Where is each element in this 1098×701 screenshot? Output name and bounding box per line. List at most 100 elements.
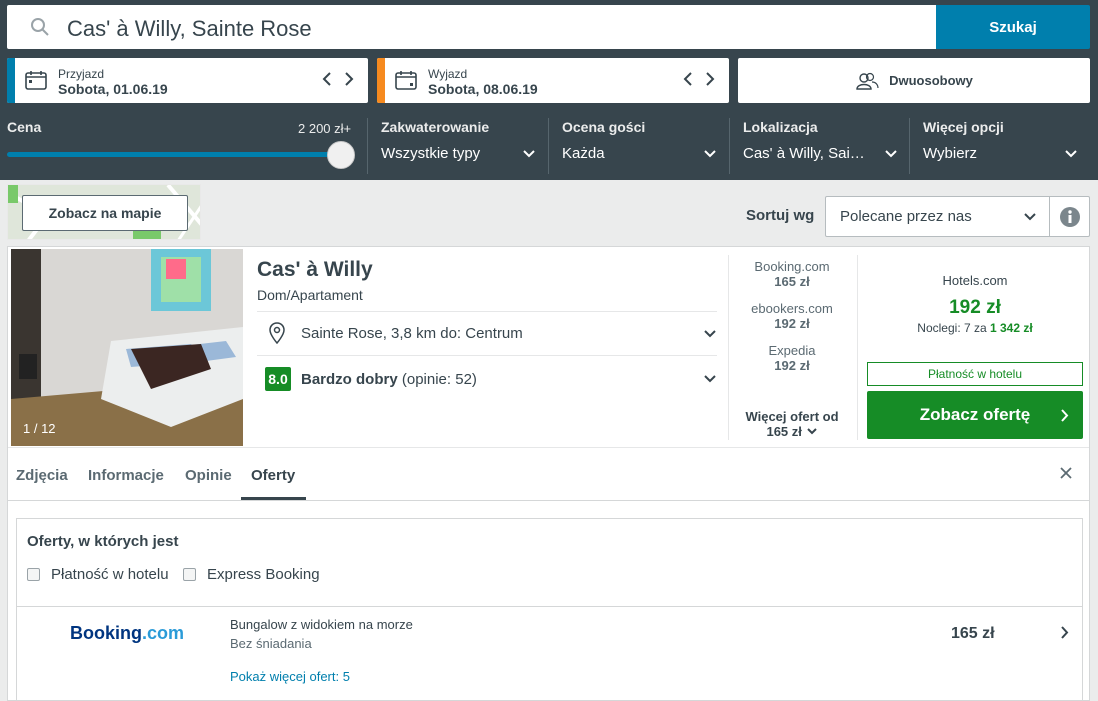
nights-text: Noclegi: 7 za xyxy=(917,321,990,335)
more-options-value: Wybierz xyxy=(923,145,978,162)
calendar-icon xyxy=(25,71,47,90)
accommodation-title: Zakwaterowanie xyxy=(381,119,490,135)
photo-image xyxy=(11,249,243,446)
checkbox-label: Płatność w hotelu xyxy=(51,566,169,583)
chevron-down-icon xyxy=(523,150,535,158)
provider-name: Expedia xyxy=(768,343,816,358)
close-icon[interactable] xyxy=(1059,466,1073,480)
location-row[interactable]: Sainte Rose, 3,8 km do: Centrum xyxy=(257,312,717,354)
sort-select[interactable]: Polecane przez nas xyxy=(825,196,1050,237)
logo-part: .com xyxy=(142,623,185,643)
divider xyxy=(729,118,730,174)
divider xyxy=(728,255,729,440)
rating-row[interactable]: 8.0 Bardzo dobry (opinie: 52) xyxy=(257,357,717,401)
chevron-down-icon xyxy=(1065,150,1077,158)
hotel-name[interactable]: Cas' à Willy xyxy=(257,258,373,282)
chevron-down-icon xyxy=(704,150,716,158)
provider-item[interactable]: ebookers.com 192 zł xyxy=(731,301,853,331)
sort-value: Polecane przez nas xyxy=(840,208,972,225)
offers-panel-title: Oferty, w których jest xyxy=(27,533,179,550)
divider xyxy=(257,355,717,356)
offer-room-name: Bungalow z widokiem na morze xyxy=(230,617,413,632)
chevron-right-icon[interactable] xyxy=(344,70,354,88)
room-selector[interactable]: Dwuosobowy xyxy=(738,58,1090,103)
top-bar: Cas' à Willy, Sainte Rose Szukaj Przyjaz… xyxy=(0,0,1098,180)
search-value: Cas' à Willy, Sainte Rose xyxy=(67,16,312,41)
chevron-right-icon[interactable] xyxy=(1060,625,1069,640)
tab-offers[interactable]: Oferty xyxy=(251,467,295,484)
offer-row[interactable]: Booking.com Bungalow z widokiem na morze… xyxy=(17,607,1082,701)
provider-item[interactable]: Booking.com 165 zł xyxy=(731,259,853,289)
checkin-date[interactable]: Przyjazd Sobota, 01.06.19 xyxy=(7,58,368,103)
more-offers-button[interactable]: Więcej ofert od 165 zł xyxy=(731,409,853,439)
provider-price: 192 zł xyxy=(774,316,810,331)
view-deal-button[interactable]: Zobacz ofertę xyxy=(867,391,1083,439)
chevron-down-icon xyxy=(1024,213,1036,221)
nights-total: 1 342 zł xyxy=(990,321,1033,335)
divider xyxy=(548,118,549,174)
chevron-down-icon xyxy=(704,330,716,338)
guests-icon xyxy=(856,72,879,90)
tab-reviews[interactable]: Opinie xyxy=(185,467,232,484)
search-button[interactable]: Szukaj xyxy=(936,5,1090,49)
hotel-photo[interactable]: 1 / 12 xyxy=(11,249,243,446)
booking-logo: Booking.com xyxy=(70,623,184,644)
accommodation-filter[interactable]: Zakwaterowanie Wszystkie typy xyxy=(381,118,536,176)
view-deal-label: Zobacz ofertę xyxy=(919,405,1031,424)
more-offers-price: 165 zł xyxy=(766,424,802,439)
show-more-offers-link[interactable]: Pokaż więcej ofert: 5 xyxy=(230,669,350,684)
info-button[interactable] xyxy=(1049,196,1090,237)
chevron-left-icon[interactable] xyxy=(322,70,332,88)
provider-item[interactable]: Expedia 192 zł xyxy=(731,343,853,373)
location-text: Sainte Rose, 3,8 km do: Centrum xyxy=(301,325,523,342)
rating-count: (opinie: 52) xyxy=(401,371,477,388)
chevron-down-icon xyxy=(704,375,716,383)
offers-panel: Oferty, w których jest Płatność w hotelu… xyxy=(16,518,1083,701)
rating-label: Bardzo dobry xyxy=(301,371,398,388)
provider-name: ebookers.com xyxy=(751,301,833,316)
more-options-filter[interactable]: Więcej opcji Wybierz xyxy=(923,118,1078,176)
checkin-label: Przyjazd xyxy=(58,67,105,81)
rating-badge: 8.0 xyxy=(265,367,291,391)
more-options-title: Więcej opcji xyxy=(923,119,1004,135)
tab-photos[interactable]: Zdjęcia xyxy=(16,467,68,484)
pay-at-hotel-checkbox[interactable]: Płatność w hotelu xyxy=(27,566,169,583)
chevron-right-icon xyxy=(1061,409,1069,422)
express-booking-checkbox[interactable]: Express Booking xyxy=(183,566,320,583)
location-filter[interactable]: Lokalizacja Cas' à Willy, Sai… xyxy=(743,118,898,176)
map-preview[interactable]: Zobacz na mapie xyxy=(7,184,201,240)
logo-part: Booking xyxy=(70,623,142,643)
price-slider-track[interactable] xyxy=(7,152,341,157)
divider xyxy=(909,118,910,174)
chevron-right-icon[interactable] xyxy=(705,70,715,88)
chevron-down-icon xyxy=(806,428,817,435)
tab-info[interactable]: Informacje xyxy=(88,467,164,484)
location-title: Lokalizacja xyxy=(743,119,818,135)
info-icon xyxy=(1059,206,1080,227)
chevron-down-icon xyxy=(885,150,897,158)
view-map-button[interactable]: Zobacz na mapie xyxy=(22,195,188,231)
checkout-stripe xyxy=(377,58,385,103)
price-title: Cena xyxy=(7,119,42,135)
provider-price: 165 zł xyxy=(774,274,810,289)
hotel-card: 1 / 12 Cas' à Willy Dom/Apartament Saint… xyxy=(7,246,1090,701)
offer-meal: Bez śniadania xyxy=(230,636,312,651)
pay-at-hotel-badge: Płatność w hotelu xyxy=(867,362,1083,386)
checkbox-label: Express Booking xyxy=(207,566,320,583)
checkout-label: Wyjazd xyxy=(428,67,468,81)
more-offers-label: Więcej ofert od xyxy=(745,409,839,424)
chevron-left-icon[interactable] xyxy=(683,70,693,88)
divider xyxy=(367,118,368,174)
checkbox-box[interactable] xyxy=(27,568,40,581)
provider-list: Booking.com 165 zł ebookers.com 192 zł E… xyxy=(731,259,853,382)
calendar-icon xyxy=(395,71,417,90)
filter-bar: Cena 2 200 zł+ Zakwaterowanie Wszystkie … xyxy=(0,112,1098,178)
search-input[interactable]: Cas' à Willy, Sainte Rose xyxy=(7,5,936,49)
rating-filter[interactable]: Ocena gości Każda xyxy=(562,118,717,176)
checkout-date[interactable]: Wyjazd Sobota, 08.06.19 xyxy=(377,58,729,103)
location-value: Cas' à Willy, Sai… xyxy=(743,145,865,162)
deal-price: 192 zł xyxy=(949,297,1001,318)
price-slider-handle[interactable] xyxy=(327,141,355,169)
checkbox-box[interactable] xyxy=(183,568,196,581)
deal-provider: Hotels.com xyxy=(942,273,1008,288)
